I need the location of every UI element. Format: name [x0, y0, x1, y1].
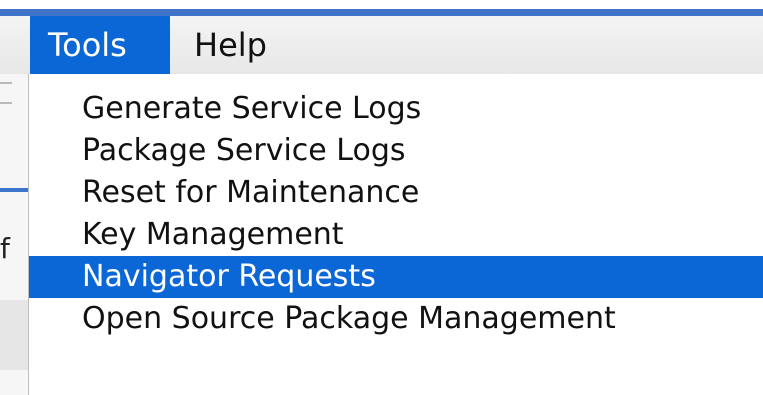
- screen: Tools Help f Generate Service Logs Packa…: [0, 0, 763, 395]
- window-title-accent: [0, 9, 763, 16]
- menu-item-generate-service-logs[interactable]: Generate Service Logs: [29, 88, 763, 130]
- background-panel: [0, 300, 30, 370]
- background-tab-indicator: [0, 188, 30, 192]
- menu-item-key-management[interactable]: Key Management: [29, 214, 763, 256]
- menu-item-navigator-requests[interactable]: Navigator Requests: [29, 256, 763, 298]
- menu-tools[interactable]: Tools: [30, 16, 170, 74]
- menu-help[interactable]: Help: [176, 16, 286, 74]
- background-text-fragment: f: [0, 232, 10, 265]
- menu-item-package-service-logs[interactable]: Package Service Logs: [29, 130, 763, 172]
- menu-item-reset-for-maintenance[interactable]: Reset for Maintenance: [29, 172, 763, 214]
- toolbar-grip: [0, 82, 12, 104]
- menu-bar: Tools Help: [0, 16, 763, 75]
- tools-dropdown-menu: Generate Service Logs Package Service Lo…: [28, 74, 763, 395]
- menu-item-open-source-package-management[interactable]: Open Source Package Management: [29, 298, 763, 340]
